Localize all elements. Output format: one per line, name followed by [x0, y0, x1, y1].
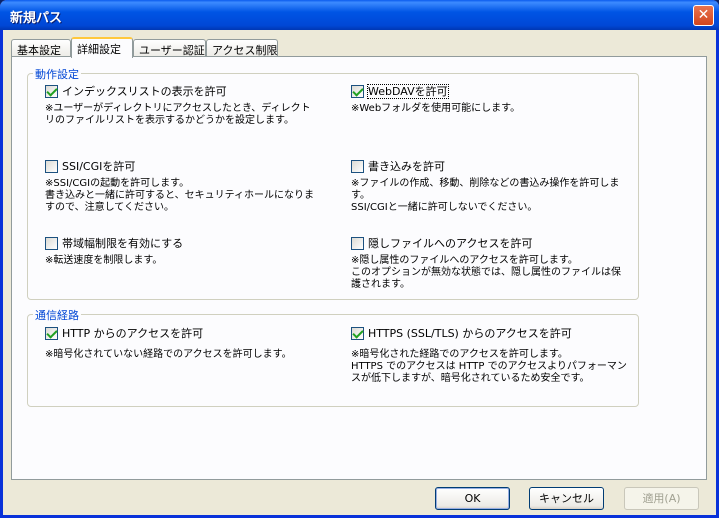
checkbox-box[interactable] — [351, 237, 364, 250]
close-icon: ✕ — [697, 7, 710, 23]
checkbox-label: HTTPS (SSL/TLS) からのアクセスを許可 — [368, 327, 572, 340]
checkbox-box[interactable] — [351, 160, 364, 173]
option-description: ※Webフォルダを使用可能にします。 — [351, 103, 521, 114]
dialog-window: 新規パス ✕ 基本設定 詳細設定 ユーザー認証 アクセス制限 動作設定 インデッ… — [0, 0, 719, 518]
tab-advanced-settings[interactable]: 詳細設定 — [71, 37, 133, 58]
checkbox-label: 隠しファイルへのアクセスを許可 — [368, 237, 533, 250]
title-bar[interactable]: 新規パス ✕ — [0, 0, 719, 30]
tab-basic-settings[interactable]: 基本設定 — [11, 39, 71, 57]
button-label: キャンセル — [539, 492, 594, 505]
checkbox-label: インデックスリストの表示を許可 — [62, 85, 227, 98]
checkbox-box[interactable] — [45, 237, 58, 250]
option-description: ※ファイルの作成、移動、削除などの書込み操作を許可します。 SSI/CGIと一緒… — [351, 178, 620, 213]
checkbox-label: WebDAVを許可 — [367, 84, 449, 99]
apply-button[interactable]: 適用(A) — [624, 487, 699, 510]
checkbox-box[interactable] — [45, 327, 58, 340]
option-description: ※暗号化されていない経路でのアクセスを許可します。 — [45, 349, 292, 360]
checkbox-box[interactable] — [351, 85, 364, 98]
cancel-button[interactable]: キャンセル — [529, 487, 604, 510]
behavior-settings-group: 動作設定 インデックスリストの表示を許可 ※ユーザーがディレクトリにアクセスした… — [27, 66, 639, 300]
communication-path-group: 通信経路 HTTP からのアクセスを許可 ※暗号化されていない経路でのアクセスを… — [27, 307, 639, 407]
window-frame-left — [0, 30, 3, 518]
checkbox-label: HTTP からのアクセスを許可 — [62, 327, 204, 340]
option-description: ※隠し属性のファイルへのアクセスを許可します。 このオプションが無効な状態では、… — [351, 255, 621, 290]
group-title: 動作設定 — [33, 66, 81, 82]
button-label: OK — [464, 492, 481, 505]
option-description: ※転送速度を制限します。 — [45, 255, 163, 266]
window-title: 新規パス — [10, 11, 63, 26]
tab-panel: 動作設定 インデックスリストの表示を許可 ※ユーザーがディレクトリにアクセスした… — [11, 56, 707, 480]
checkbox-box[interactable] — [45, 160, 58, 173]
group-title: 通信経路 — [33, 307, 81, 323]
checkbox-label: SSI/CGIを許可 — [62, 160, 136, 173]
tab-user-authentication[interactable]: ユーザー認証 — [133, 39, 206, 57]
checkbox-box[interactable] — [45, 85, 58, 98]
checkbox-label: 書き込みを許可 — [368, 160, 445, 173]
button-label: 適用(A) — [642, 492, 681, 505]
checkbox-box[interactable] — [351, 327, 364, 340]
close-button[interactable]: ✕ — [693, 5, 714, 26]
option-description: ※暗号化された経路でのアクセスを許可します。 HTTPS でのアクセスは HTT… — [351, 349, 627, 384]
checkbox-label: 帯域幅制限を有効にする — [62, 237, 184, 250]
ok-button[interactable]: OK — [435, 487, 510, 510]
tab-access-restriction[interactable]: アクセス制限 — [206, 39, 278, 57]
option-description: ※SSI/CGIの起動を許可します。 書き込みと一緒に許可すると、セキュリティホ… — [45, 178, 314, 213]
tab-label: 詳細設定 — [77, 43, 121, 56]
option-description: ※ユーザーがディレクトリにアクセスしたとき、ディレクトリのファイルリストを表示す… — [45, 103, 311, 126]
